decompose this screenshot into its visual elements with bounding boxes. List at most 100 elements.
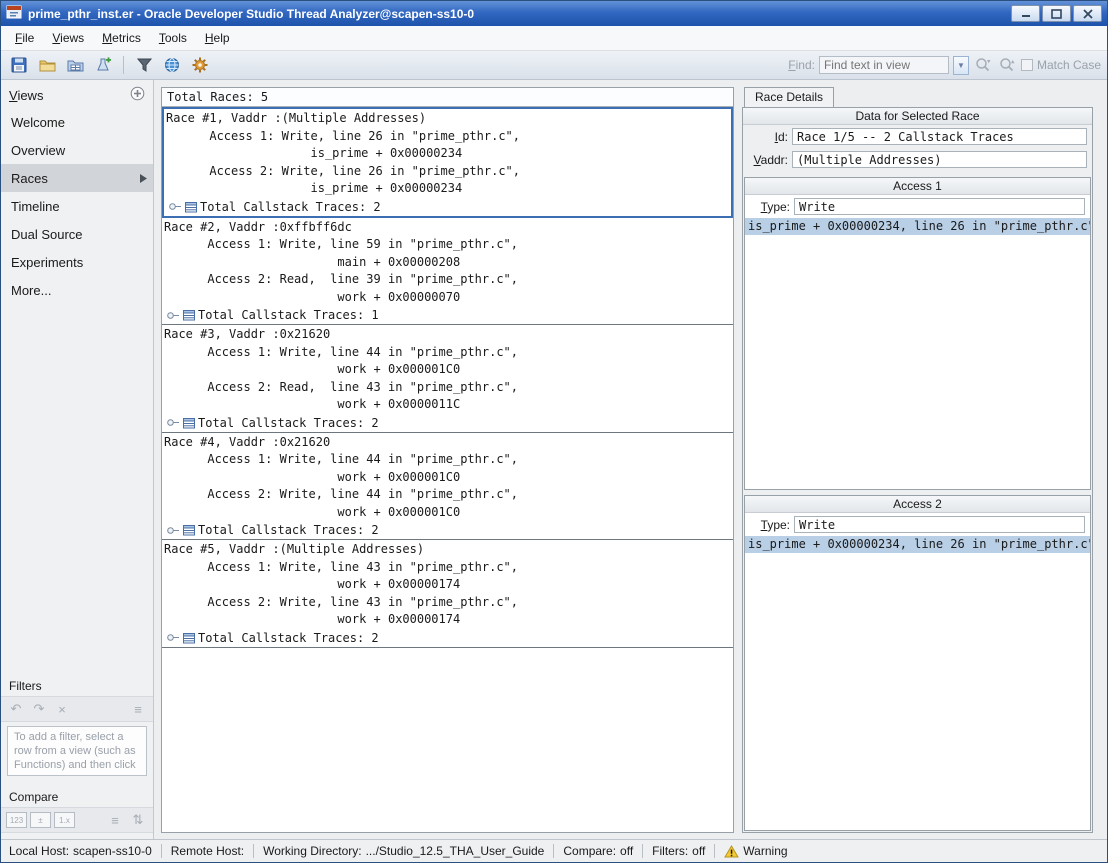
compare-status-value: off bbox=[620, 844, 634, 858]
filters-status-value: off bbox=[692, 844, 706, 858]
open-folder-icon bbox=[39, 60, 55, 71]
access-1-type-field[interactable]: Write bbox=[794, 198, 1085, 215]
menu-tools[interactable]: Tools bbox=[151, 28, 195, 48]
add-experiment-button[interactable] bbox=[91, 54, 115, 76]
compare-ratio-button[interactable]: 1.x bbox=[54, 812, 75, 828]
close-button[interactable] bbox=[1073, 5, 1102, 22]
trace-count-label: Total Callstack Traces: 2 bbox=[198, 630, 379, 645]
callstack-icon bbox=[183, 417, 195, 428]
races-count-header: Total Races: 5 bbox=[162, 88, 733, 107]
race-traces-row[interactable]: Total Callstack Traces: 2 bbox=[164, 198, 731, 216]
save-experiment-button[interactable] bbox=[7, 54, 31, 76]
vaddr-label: Vaddr: bbox=[753, 152, 788, 167]
expand-handle-icon[interactable] bbox=[167, 418, 180, 427]
race-detail-text: Race #2, Vaddr :0xffbff6dc Access 1: Wri… bbox=[164, 219, 519, 304]
warning-label: Warning bbox=[743, 844, 788, 858]
find-label: Find: bbox=[788, 58, 815, 72]
race-row-2[interactable]: Race #2, Vaddr :0xffbff6dc Access 1: Wri… bbox=[162, 218, 733, 325]
minimize-button[interactable] bbox=[1011, 5, 1040, 22]
expand-handle-icon[interactable] bbox=[167, 526, 180, 535]
window-title: prime_pthr_inst.er - Oracle Developer St… bbox=[28, 6, 475, 21]
filters-placeholder: To add a filter, select a row from a vie… bbox=[7, 726, 147, 776]
local-host-label: Local Host: bbox=[9, 844, 70, 858]
sidebar-item-experiments[interactable]: Experiments bbox=[1, 248, 153, 276]
callstack-icon bbox=[185, 201, 197, 212]
compare-title: Compare bbox=[9, 790, 59, 804]
sidebar-item-dual-source[interactable]: Dual Source bbox=[1, 220, 153, 248]
working-directory-label: Working Directory: bbox=[263, 844, 362, 858]
titlebar: prime_pthr_inst.er - Oracle Developer St… bbox=[1, 1, 1107, 26]
trace-count-label: Total Callstack Traces: 1 bbox=[198, 308, 379, 322]
filter-data-button[interactable] bbox=[132, 54, 156, 76]
trace-count-label: Total Callstack Traces: 2 bbox=[198, 415, 379, 430]
match-case-checkbox[interactable] bbox=[1020, 59, 1033, 71]
redo-filter-button[interactable]: ↷ bbox=[29, 700, 49, 718]
race-row-5[interactable]: Race #5, Vaddr :(Multiple Addresses) Acc… bbox=[162, 540, 733, 648]
race-traces-row[interactable]: Total Callstack Traces: 2 bbox=[162, 629, 733, 647]
settings-button[interactable] bbox=[188, 54, 212, 76]
race-detail-text: Race #3, Vaddr :0x21620 Access 1: Write,… bbox=[164, 327, 519, 411]
callstack-icon bbox=[183, 525, 195, 536]
menu-file[interactable]: File bbox=[7, 28, 42, 48]
undo-filter-button[interactable]: ↶ bbox=[6, 700, 26, 718]
maximize-button[interactable] bbox=[1042, 5, 1071, 22]
trace-count-label: Total Callstack Traces: 2 bbox=[198, 523, 379, 537]
app-icon bbox=[6, 4, 22, 23]
compare-absolute-button[interactable]: 123 bbox=[6, 812, 27, 828]
sidebar-item-overview[interactable]: Overview bbox=[1, 136, 153, 164]
sidebar-item-races[interactable]: Races bbox=[1, 164, 153, 192]
expand-handle-icon[interactable] bbox=[167, 311, 180, 320]
races-panel: Total Races: 5 Race #1, Vaddr :(Multiple… bbox=[161, 87, 734, 833]
folder-table-icon bbox=[67, 60, 83, 71]
find-previous-button[interactable] bbox=[997, 55, 1017, 75]
compare-menu-button[interactable]: ≡ bbox=[105, 811, 125, 829]
rerun-analysis-button[interactable] bbox=[160, 54, 184, 76]
access-2-panel: Access 2 Type: Write is_prime + 0x000002… bbox=[744, 495, 1091, 831]
expand-handle-icon[interactable] bbox=[169, 202, 182, 211]
expand-handle-icon[interactable] bbox=[167, 633, 180, 642]
views-sidebar: Views Welcome Overview Races Timeline Du… bbox=[1, 80, 154, 839]
race-traces-row[interactable]: Total Callstack Traces: 2 bbox=[162, 521, 733, 539]
race-row-4[interactable]: Race #4, Vaddr :0x21620 Access 1: Write,… bbox=[162, 433, 733, 540]
app-window: prime_pthr_inst.er - Oracle Developer St… bbox=[0, 0, 1108, 863]
filters-toolbar: ↶ ↷ × ≡ bbox=[1, 696, 153, 722]
content-area: Views Welcome Overview Races Timeline Du… bbox=[1, 80, 1107, 839]
access-1-panel: Access 1 Type: Write is_prime + 0x000002… bbox=[744, 177, 1091, 490]
remove-filter-button[interactable]: × bbox=[52, 700, 72, 718]
menu-views[interactable]: Views bbox=[44, 28, 92, 48]
views-title: Views bbox=[9, 87, 44, 103]
race-row-1[interactable]: Race #1, Vaddr :(Multiple Addresses) Acc… bbox=[162, 107, 733, 218]
search-up-icon bbox=[1000, 58, 1015, 72]
sidebar-item-welcome[interactable]: Welcome bbox=[1, 108, 153, 136]
experiments-list-button[interactable] bbox=[63, 54, 87, 76]
find-next-button[interactable] bbox=[973, 55, 993, 75]
sidebar-item-timeline[interactable]: Timeline bbox=[1, 192, 153, 220]
match-case-label: Match Case bbox=[1036, 58, 1101, 72]
callstack-icon bbox=[183, 632, 195, 643]
race-detail-text: Race #5, Vaddr :(Multiple Addresses) Acc… bbox=[164, 542, 519, 626]
filters-menu-button[interactable]: ≡ bbox=[128, 700, 148, 718]
access-2-type-field[interactable]: Write bbox=[794, 516, 1085, 533]
find-dropdown-button[interactable]: ▼ bbox=[952, 55, 969, 75]
race-vaddr-field[interactable]: (Multiple Addresses) bbox=[792, 151, 1087, 168]
add-view-button[interactable] bbox=[130, 86, 145, 104]
access-1-location-row[interactable]: is_prime + 0x00000234, line 26 in "prime… bbox=[745, 218, 1090, 235]
race-traces-row[interactable]: Total Callstack Traces: 2 bbox=[162, 414, 733, 432]
trace-count-label: Total Callstack Traces: 2 bbox=[200, 199, 381, 214]
race-details-body: Data for Selected Race Id: Race 1/5 -- 2… bbox=[742, 107, 1093, 833]
menu-metrics[interactable]: Metrics bbox=[94, 28, 149, 48]
menu-help[interactable]: Help bbox=[197, 28, 238, 48]
race-detail-text: Race #4, Vaddr :0x21620 Access 1: Write,… bbox=[164, 434, 519, 519]
tab-race-details[interactable]: Race Details bbox=[744, 87, 835, 107]
open-experiment-button[interactable] bbox=[35, 54, 59, 76]
access-2-location-row[interactable]: is_prime + 0x00000234, line 26 in "prime… bbox=[745, 536, 1090, 553]
race-traces-row[interactable]: Total Callstack Traces: 1 bbox=[162, 306, 733, 324]
compare-sort-button[interactable]: ⇅ bbox=[128, 811, 148, 829]
sidebar-item-more[interactable]: More... bbox=[1, 276, 153, 304]
find-input[interactable] bbox=[818, 56, 949, 74]
warning-indicator[interactable]: Warning bbox=[724, 844, 788, 858]
race-id-field[interactable]: Race 1/5 -- 2 Callstack Traces bbox=[792, 128, 1087, 145]
race-row-3[interactable]: Race #3, Vaddr :0x21620 Access 1: Write,… bbox=[162, 325, 733, 433]
compare-delta-button[interactable]: ± bbox=[30, 812, 51, 828]
